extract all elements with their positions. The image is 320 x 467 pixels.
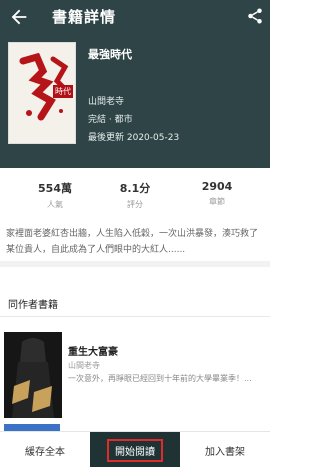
section-divider	[0, 261, 270, 267]
start-reading-button[interactable]: 開始閱讀	[90, 432, 180, 467]
book-hero: 書籍詳情 時代 最強時代 山間老寺 完結 · 都市 最後更新 2020-05-2…	[0, 0, 270, 168]
start-reading-label: 開始閱讀	[107, 438, 163, 462]
cache-all-label: 緩存全本	[25, 446, 65, 458]
section-line	[0, 316, 270, 317]
book-author[interactable]: 山間老寺	[88, 94, 124, 107]
cover-tag: 時代	[53, 85, 73, 98]
cache-all-button[interactable]: 緩存全本	[0, 432, 90, 467]
stats-row: 554萬 人氣 8.1分 評分 2904 章節	[0, 180, 270, 220]
related-book-cover[interactable]	[4, 332, 62, 418]
share-icon[interactable]	[246, 7, 264, 25]
page-title: 書籍詳情	[52, 8, 117, 26]
stat-chapters[interactable]: 2904 章節	[177, 180, 257, 207]
stat-popularity: 554萬 人氣	[15, 180, 95, 210]
bottom-action-bar: 緩存全本 開始閱讀 加入書架	[0, 431, 270, 467]
same-author-section-title: 同作者書籍	[8, 300, 58, 311]
stat-label: 人氣	[47, 200, 63, 209]
stat-label: 評分	[127, 200, 143, 209]
stat-value: 554萬	[38, 182, 72, 195]
stat-value: 2904	[201, 180, 233, 193]
add-to-shelf-button[interactable]: 加入書架	[180, 432, 270, 467]
related-book-author: 山間老寺	[68, 361, 100, 370]
related-cover-art	[4, 332, 62, 418]
book-cover[interactable]: 時代	[8, 42, 76, 144]
back-arrow-icon[interactable]	[8, 6, 30, 28]
book-description[interactable]: 家裡面老婆紅杏出牆，人生陷入低穀，一次山洪暴發，湊巧救了某位貴人，自此成為了人們…	[6, 226, 264, 258]
add-to-shelf-label: 加入書架	[205, 446, 245, 458]
book-status: 完結 · 都市	[88, 115, 133, 125]
book-title: 最強時代	[88, 48, 132, 61]
top-bar: 書籍詳情	[0, 0, 270, 34]
last-updated: 最後更新 2020-05-23	[88, 133, 180, 143]
stat-rating: 8.1分 評分	[95, 180, 175, 210]
stat-label: 章節	[209, 197, 225, 206]
related-book-summary: 一次意外，再睜眼已經回到十年前的大學畢業季！...	[68, 374, 252, 383]
stat-value: 8.1分	[119, 182, 151, 195]
related-book-title[interactable]: 重生大富豪	[68, 343, 118, 358]
